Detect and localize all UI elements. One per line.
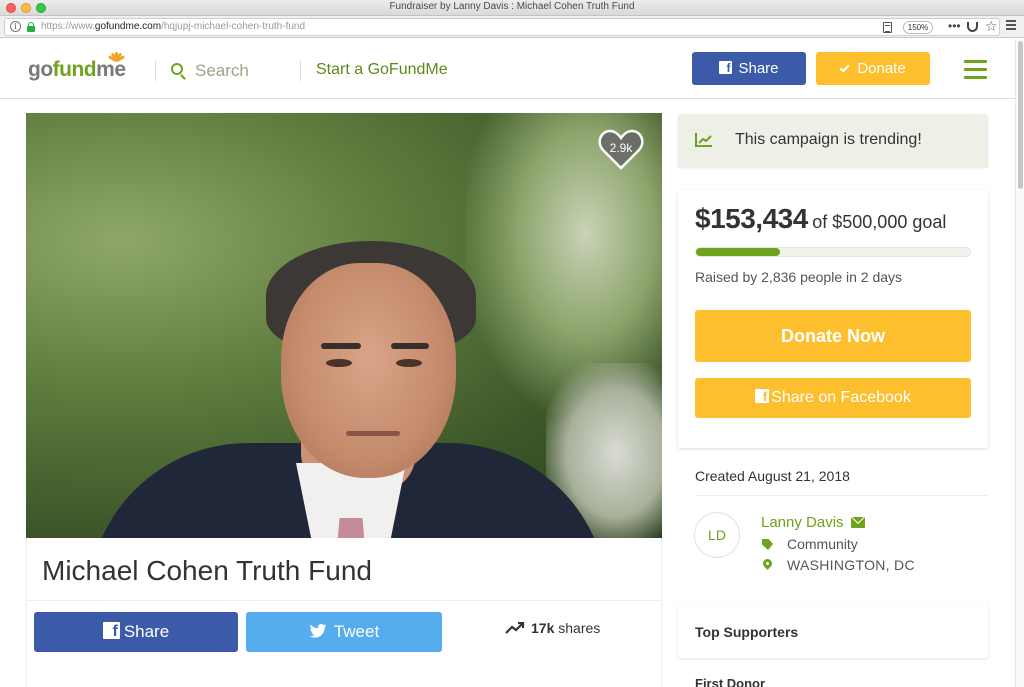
shares-number: 17k [531, 620, 555, 636]
donate-now-label: Donate Now [780, 326, 885, 346]
tweet-label: Tweet [333, 622, 380, 641]
progress-fill [696, 248, 781, 256]
location-pin-icon [761, 557, 774, 570]
page-scrollbar[interactable] [1015, 39, 1024, 687]
window-titlebar: Fundraiser by Lanny Davis : Michael Cohe… [0, 0, 1024, 16]
twitter-bird-icon [309, 624, 327, 638]
campaign-title: Michael Cohen Truth Fund [42, 555, 372, 586]
scrollbar-thumb[interactable] [1018, 41, 1023, 189]
pocket-icon[interactable] [967, 22, 978, 32]
donation-card: $153,434 of $500,000 goal Raised by 2,83… [678, 190, 988, 448]
heart-button[interactable]: 2.9k [598, 128, 644, 170]
zoom-level[interactable]: 150% [903, 21, 933, 34]
trending-chart-icon [695, 133, 712, 147]
goal-text: of $500,000 goal [812, 212, 947, 232]
campaign-photo[interactable] [26, 113, 662, 538]
search-link[interactable]: Search [195, 61, 249, 81]
envelope-icon[interactable] [850, 517, 865, 528]
search-icon[interactable] [171, 63, 183, 75]
shares-count: 17k shares [505, 620, 600, 636]
header-share-label: Share [738, 60, 779, 77]
shares-label: shares [558, 620, 601, 636]
tag-icon [762, 539, 773, 550]
share-on-facebook-label: Share on Facebook [771, 389, 911, 406]
organizer-divider [695, 495, 988, 496]
browser-toolbar: i https://www.gofundme.com/hqjupj-michae… [0, 16, 1024, 38]
top-supporters-heading: Top Supporters [695, 624, 799, 640]
info-icon[interactable]: i [10, 21, 21, 32]
facebook-share-label: Share [123, 622, 170, 641]
organizer-location: WASHINGTON, DC [787, 557, 915, 573]
bookmark-star-icon[interactable]: ☆ [985, 18, 998, 35]
share-bar-divider [26, 600, 662, 601]
hamburger-menu-icon[interactable] [964, 60, 987, 84]
header-donate-button[interactable]: Donate [816, 52, 930, 85]
raised-by-text: Raised by 2,836 people in 2 days [695, 269, 903, 285]
reader-view-icon[interactable] [883, 22, 892, 33]
address-bar[interactable]: i https://www.gofundme.com/hqjupj-michae… [4, 18, 1000, 36]
more-actions-icon[interactable]: ••• [948, 19, 961, 33]
organizer-name-link[interactable]: Lanny Davis [761, 514, 865, 531]
header-divider [300, 61, 301, 81]
window-title: Fundraiser by Lanny Davis : Michael Cohe… [389, 1, 635, 12]
raised-amount: $153,434 [695, 203, 808, 234]
tweet-button[interactable]: Tweet [246, 612, 442, 652]
url-prefix: https://www. [41, 21, 95, 32]
facebook-icon: f [719, 61, 733, 74]
header-divider [155, 61, 156, 81]
site-header: gofundme Search Start a GoFundMe f Share … [0, 39, 1015, 99]
logo-me: me [96, 58, 126, 81]
created-date: Created August 21, 2018 [695, 468, 850, 484]
campaign-category-link[interactable]: Community [787, 536, 858, 552]
browser-menu-icon[interactable] [1006, 20, 1016, 32]
header-share-button[interactable]: f Share [692, 52, 806, 85]
organizer-avatar[interactable]: LD [694, 512, 740, 558]
header-donate-label: Donate [857, 60, 906, 77]
lock-icon[interactable] [27, 22, 35, 32]
trending-text: This campaign is trending! [735, 131, 922, 148]
organizer-name: Lanny Davis [761, 514, 844, 531]
url-text[interactable]: https://www.gofundme.com/hqjupj-michael-… [41, 21, 305, 32]
check-icon [839, 62, 850, 73]
logo-fund: fund [52, 58, 97, 81]
progress-bar [695, 247, 971, 257]
facebook-icon: f [755, 389, 770, 403]
donate-now-button[interactable]: Donate Now [695, 310, 971, 362]
first-donor-heading: First Donor [695, 676, 766, 687]
share-on-facebook-button[interactable]: f Share on Facebook [695, 378, 971, 418]
logo-go: go [28, 58, 53, 81]
url-path: /hqjupj-michael-cohen-truth-fund [161, 21, 306, 32]
top-supporters-card: Top Supporters [678, 604, 988, 658]
amount-raised: $153,434 of $500,000 goal [695, 203, 946, 235]
start-gofundme-link[interactable]: Start a GoFundMe [316, 61, 448, 79]
heart-count: 2.9k [609, 141, 633, 155]
facebook-share-button[interactable]: f Share [34, 612, 238, 652]
trending-banner: This campaign is trending! [678, 114, 988, 167]
facebook-icon: f [102, 622, 120, 639]
trending-arrow-icon [505, 622, 525, 634]
url-domain: gofundme.com [94, 21, 162, 32]
gofundme-logo[interactable]: gofundme [28, 58, 126, 82]
